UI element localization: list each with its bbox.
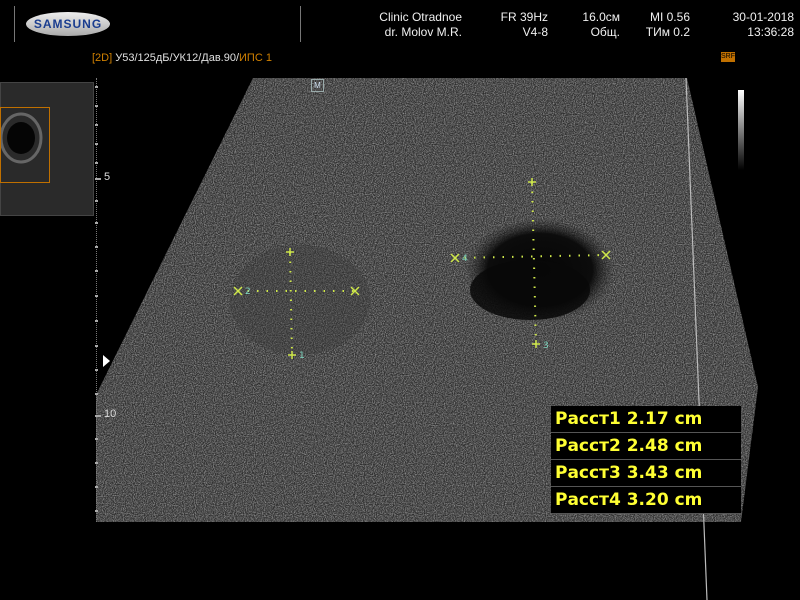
caliper-label-1: 1 bbox=[299, 351, 305, 361]
caliper-label-2: 2 bbox=[245, 287, 251, 297]
caliper-label-3: 3 bbox=[543, 341, 549, 351]
depth-info: 16.0см Общ. bbox=[565, 10, 620, 40]
safety-indices: MI 0.56 ТИм 0.2 bbox=[632, 10, 690, 40]
header-divider bbox=[14, 6, 15, 42]
mode-label: [2D] bbox=[92, 52, 113, 64]
caliper-label-4: 4 bbox=[462, 254, 468, 264]
measurement-results: Расст1 2.17 cm Расст2 2.48 cm Расст3 3.4… bbox=[551, 406, 741, 514]
measurement-row[interactable]: Расст4 3.20 cm bbox=[551, 487, 741, 514]
time-value: 13:36:28 bbox=[747, 25, 794, 39]
measurement-row[interactable]: Расст1 2.17 cm bbox=[551, 406, 741, 433]
depth-label-5: 5 bbox=[104, 171, 111, 183]
clinic-info: Clinic Otradnoe dr. Molov M.R. bbox=[367, 10, 462, 40]
measurement-row[interactable]: Расст2 2.48 cm bbox=[551, 433, 741, 460]
mi-value: MI 0.56 bbox=[649, 10, 690, 24]
samsung-logo: SAMSUNG bbox=[26, 12, 110, 36]
frame-info: FR 39Hz V4-8 bbox=[478, 10, 548, 40]
mode-params: У53/125дБ/УК12/Дав.90/ bbox=[112, 52, 240, 64]
probe-name: V4-8 bbox=[522, 25, 548, 39]
depth-label-10: 10 bbox=[104, 408, 117, 420]
srf-icon: SRF bbox=[721, 52, 735, 62]
preset-name: Общ. bbox=[590, 25, 620, 39]
focus-marker-icon[interactable] bbox=[103, 355, 110, 367]
tim-value: ТИм 0.2 bbox=[645, 25, 690, 39]
orientation-m-icon: M bbox=[311, 79, 324, 92]
grayscale-bar bbox=[738, 90, 744, 170]
header-divider bbox=[300, 6, 301, 42]
clinic-name: Clinic Otradnoe bbox=[379, 10, 462, 24]
date-value: 30-01-2018 bbox=[732, 10, 794, 24]
thumbnail-roi-box bbox=[0, 107, 50, 183]
mode-line: [2D] У53/125дБ/УК12/Дав.90/ИПС 1 bbox=[92, 52, 272, 64]
doctor-name: dr. Molov M.R. bbox=[384, 25, 462, 39]
ips-label: ИПС 1 bbox=[239, 52, 272, 64]
datetime: 30-01-2018 13:36:28 bbox=[712, 10, 794, 40]
depth-value: 16.0см bbox=[582, 10, 620, 24]
measurement-row[interactable]: Расст3 3.43 cm bbox=[551, 460, 741, 487]
frame-rate: FR 39Hz bbox=[500, 10, 548, 24]
